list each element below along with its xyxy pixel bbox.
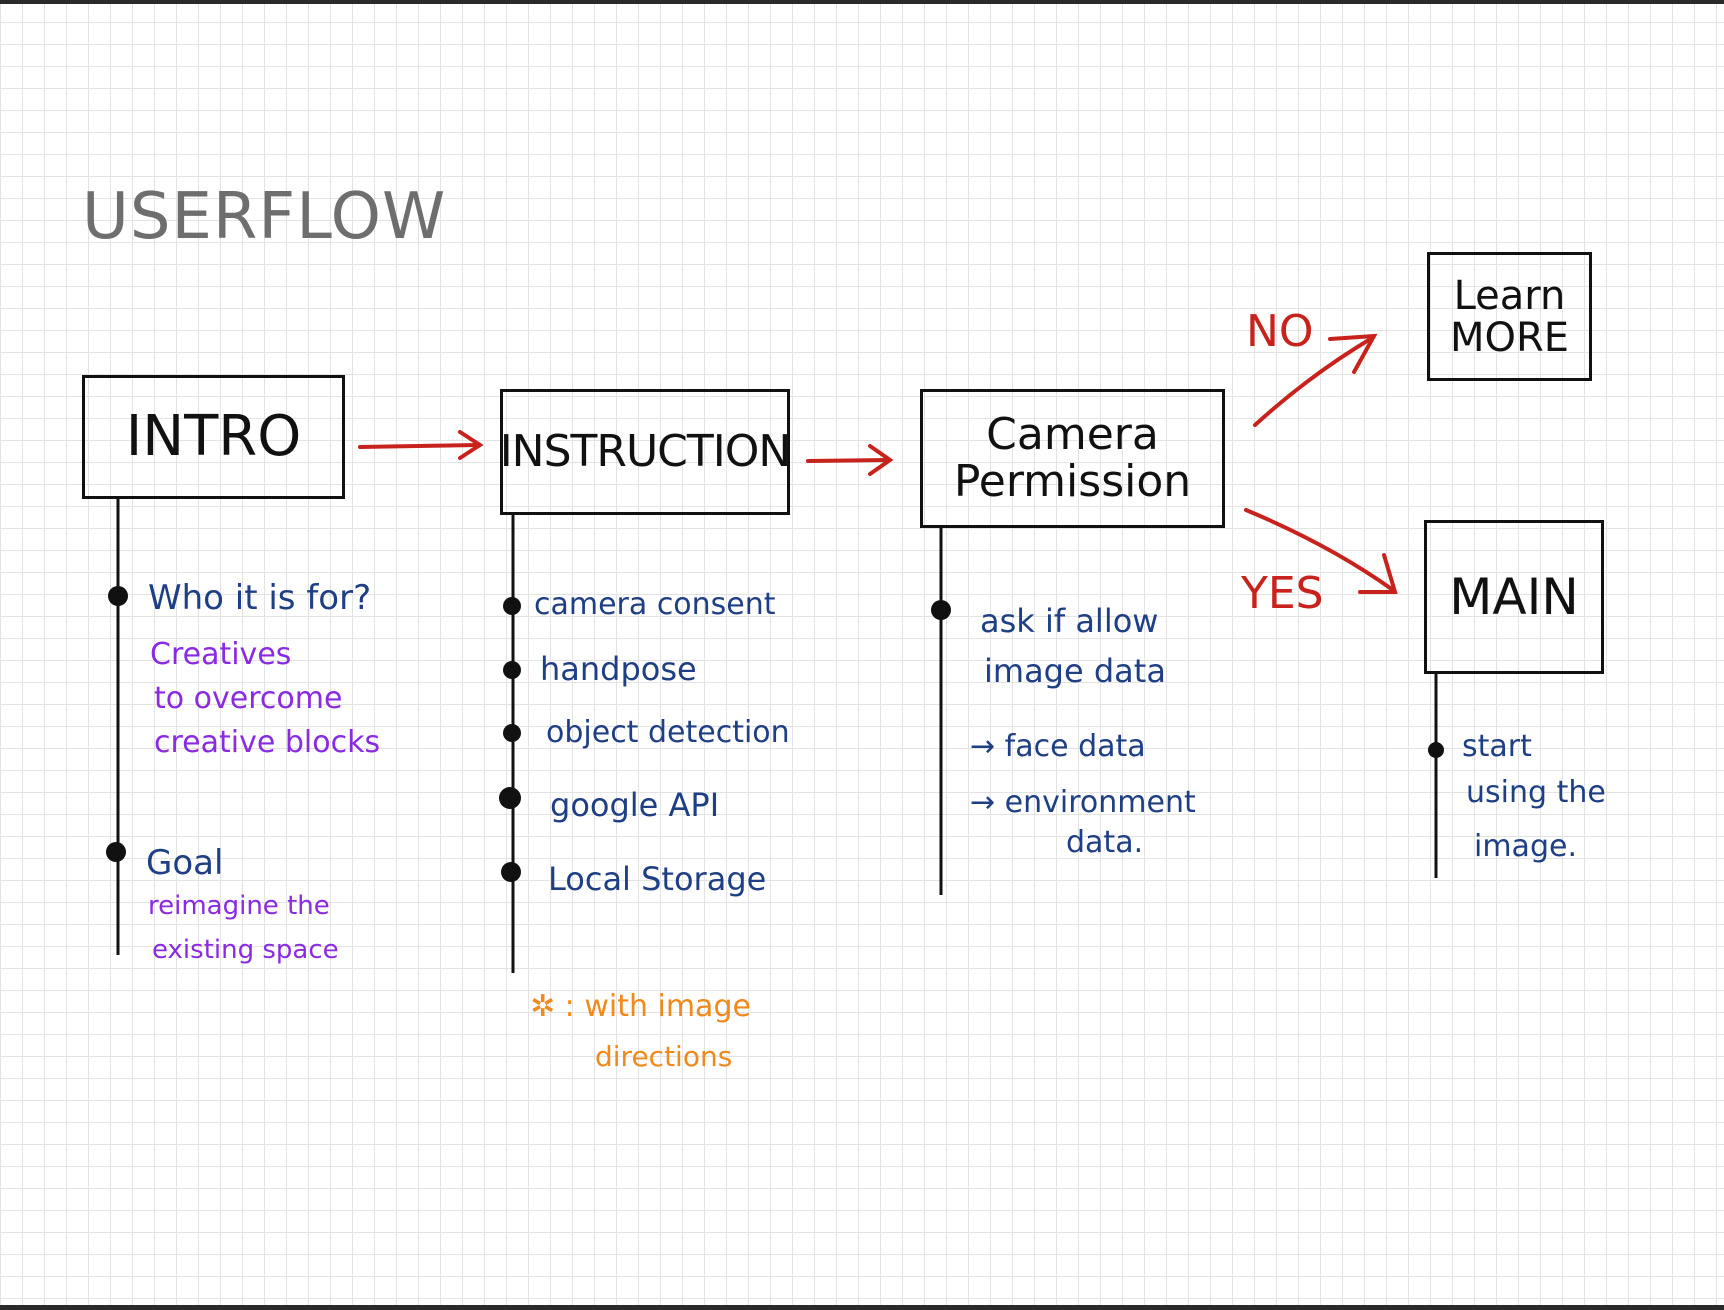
instruction-footnote-line-2: directions — [595, 1040, 733, 1073]
main-box: MAIN — [1424, 520, 1604, 674]
instruction-bullet-4 — [499, 787, 521, 809]
instruction-item-5: Local Storage — [548, 860, 767, 898]
main-box-label: MAIN — [1449, 567, 1579, 626]
instruction-footnote-line-1: ✲ : with image — [530, 989, 751, 1024]
instruction-box: INSTRUCTION — [499, 389, 792, 515]
intro-goal-line-2: existing space — [152, 935, 339, 965]
intro-box: INTRO — [82, 375, 345, 499]
arrow-instruction-to-camera — [806, 444, 894, 476]
intro-bullet-who — [108, 586, 128, 606]
camera-note-line-2: image data — [984, 652, 1166, 690]
intro-who-line-1: Creatives — [150, 637, 292, 672]
camera-permission-box: Camera Permission — [920, 389, 1225, 528]
intro-who-heading: Who it is for? — [148, 578, 372, 618]
intro-bullet-goal — [106, 842, 126, 862]
camera-note-sub-2-line-2: data. — [1066, 825, 1144, 860]
camera-note-line-1: ask if allow — [980, 602, 1159, 640]
instruction-bullet-1 — [503, 597, 521, 615]
learn-more-line1: Learn — [1453, 272, 1566, 319]
camera-note-sub-2-line-1: → environment — [970, 785, 1196, 820]
intro-who-line-3: creative blocks — [154, 725, 381, 760]
instruction-bullet-2 — [503, 661, 521, 679]
instruction-bullet-3 — [503, 724, 521, 742]
main-bullet — [1428, 742, 1444, 758]
camera-note-sub-1: → face data — [970, 729, 1146, 764]
instruction-item-2: handpose — [540, 650, 697, 688]
intro-who-line-2: to overcome — [154, 681, 343, 716]
intro-goal-heading: Goal — [146, 843, 224, 883]
main-note-line-3: image. — [1474, 829, 1577, 864]
edge-label-yes: YES — [1241, 568, 1324, 619]
camera-box-line2: Permission — [953, 455, 1192, 507]
camera-box-line1: Camera — [986, 409, 1159, 461]
arrow-intro-to-instruction — [358, 430, 484, 460]
intro-goal-line-1: reimagine the — [148, 891, 330, 921]
bottom-frame-border — [0, 1305, 1724, 1310]
main-note-line-2: using the — [1466, 775, 1606, 810]
instruction-item-3: object detection — [546, 715, 790, 750]
instruction-item-4: google API — [550, 786, 720, 824]
learn-more-line2: MORE — [1449, 314, 1570, 361]
instruction-bullet-5 — [501, 862, 521, 882]
edge-label-no: NO — [1246, 306, 1314, 357]
main-note-line-1: start — [1462, 729, 1532, 764]
intro-box-label: INTRO — [125, 403, 302, 469]
camera-bullet — [931, 600, 951, 620]
learn-more-box: Learn MORE — [1427, 252, 1592, 381]
instruction-box-label: INSTRUCTION — [499, 425, 792, 477]
instruction-item-1: camera consent — [534, 587, 776, 622]
